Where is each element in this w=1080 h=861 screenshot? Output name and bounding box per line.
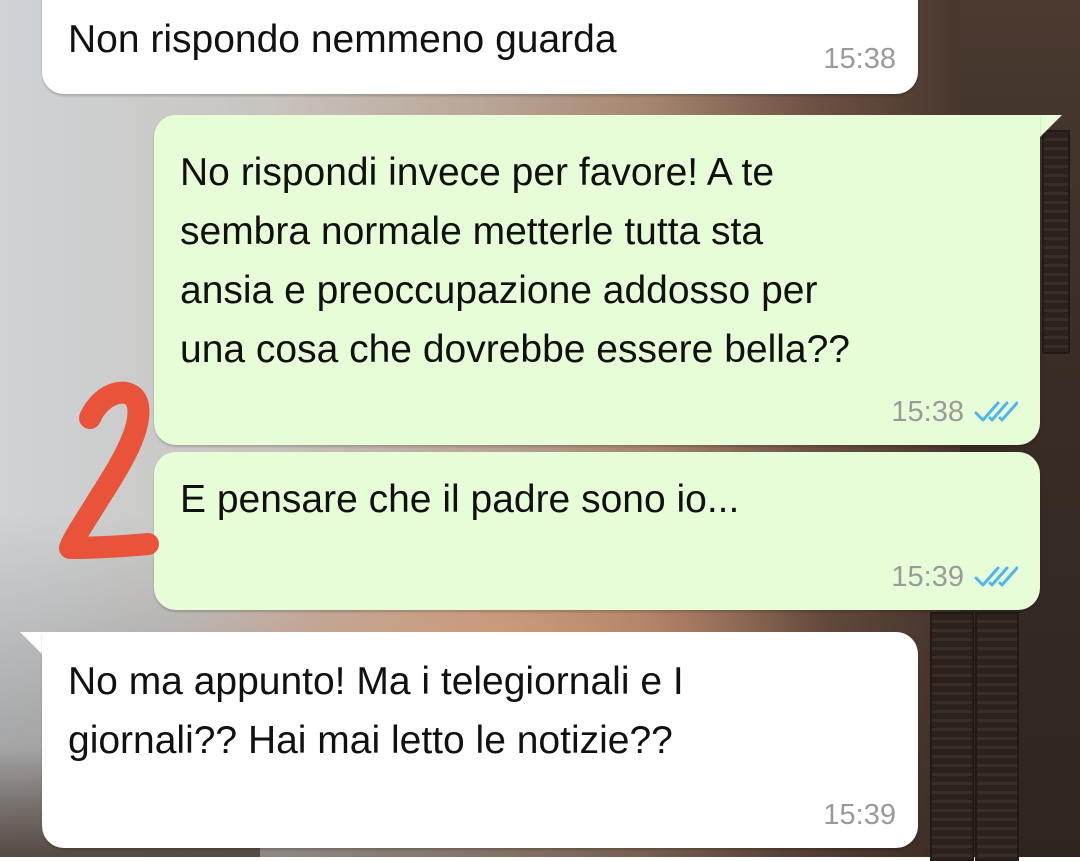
double-check-read-icon <box>974 566 1018 587</box>
message-text: No rispondi invece per favore! A te semb… <box>180 151 850 371</box>
message-time: 15:38 <box>823 43 896 75</box>
message-time: 15:38 <box>891 396 964 428</box>
message-meta: 15:38 <box>891 395 1018 429</box>
message-meta: 15:39 <box>823 798 896 832</box>
message-time: 15:39 <box>891 561 964 593</box>
handwritten-annotation-number <box>59 381 159 559</box>
message-meta: 15:39 <box>891 560 1018 594</box>
message-meta: 15:38 <box>823 42 896 76</box>
message-text: Non rispondo nemmeno guarda <box>68 18 617 61</box>
message-text: E pensare che il padre sono io... <box>180 478 740 521</box>
wallpaper-shutter <box>930 612 974 861</box>
message-bubble-incoming[interactable]: No ma appunto! Ma i telegiornali e I gio… <box>42 632 918 848</box>
message-text: No ma appunto! Ma i telegiornali e I gio… <box>68 660 684 762</box>
message-bubble-outgoing[interactable]: E pensare che il padre sono io... 15:39 <box>154 452 1040 610</box>
message-time: 15:39 <box>823 799 896 831</box>
message-bubble-outgoing[interactable]: No rispondi invece per favore! A te semb… <box>154 115 1040 445</box>
wallpaper-shutter <box>1042 130 1070 354</box>
message-bubble-incoming[interactable]: Non rispondo nemmeno guarda 15:38 <box>42 0 918 94</box>
double-check-read-icon <box>974 401 1018 422</box>
wallpaper-shutter <box>975 612 1019 861</box>
